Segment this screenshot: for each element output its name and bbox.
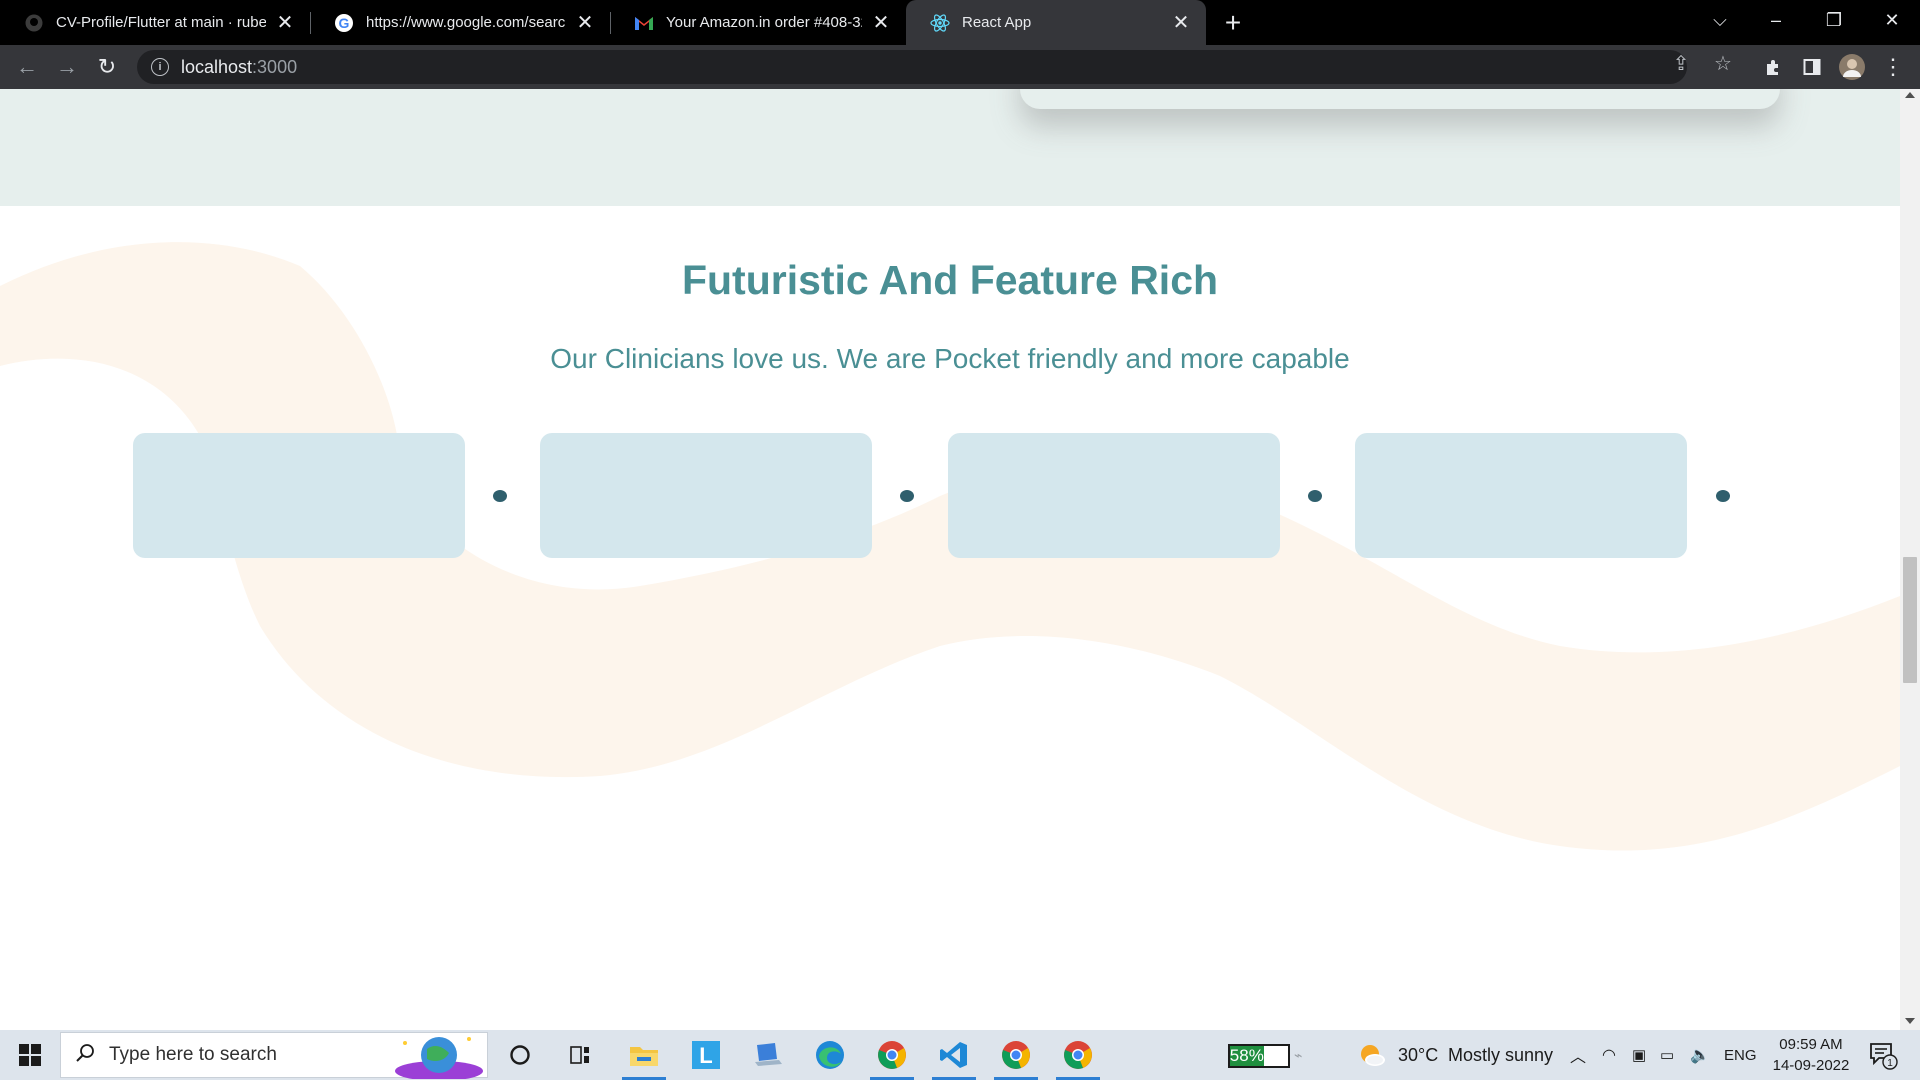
search-icon xyxy=(75,1043,95,1068)
menu-kebab-icon[interactable]: ⋮ xyxy=(1878,52,1908,82)
tab-title: CV-Profile/Flutter at main · ruben xyxy=(56,14,266,31)
tab-title: https://www.google.com/search? xyxy=(366,14,566,31)
task-view-icon[interactable] xyxy=(554,1030,606,1080)
clock-time: 09:59 AM xyxy=(1779,1036,1843,1053)
address-url: localhost:3000 xyxy=(181,56,298,77)
carousel-dot[interactable] xyxy=(900,490,914,502)
google-icon: G xyxy=(334,13,354,33)
site-info-icon[interactable]: i xyxy=(151,58,169,76)
chrome-icon[interactable] xyxy=(866,1030,918,1080)
scroll-up-arrow-icon[interactable] xyxy=(1905,92,1915,98)
section-title: Futuristic And Feature Rich xyxy=(681,257,1219,303)
bookmark-star-icon[interactable]: ☆ xyxy=(1710,50,1736,76)
edge-browser-icon[interactable] xyxy=(804,1030,856,1080)
feature-card xyxy=(540,433,872,558)
weather-text[interactable]: Mostly sunny xyxy=(1448,1030,1553,1080)
avatar[interactable] xyxy=(1837,52,1867,82)
tab-title: Your Amazon.in order #408-3210 xyxy=(666,14,862,31)
taskbar: Type here to search L 58% ⌁ 30°C Mostly … xyxy=(0,1030,1920,1080)
close-icon[interactable]: ✕ xyxy=(870,12,892,34)
chevron-up-icon[interactable]: ︿ xyxy=(1570,1030,1586,1080)
notification-center-icon[interactable]: 1 xyxy=(1868,1030,1898,1080)
carousel-dot[interactable] xyxy=(1308,490,1322,502)
tab-title: React App xyxy=(962,14,1032,31)
restore-button[interactable]: ❐ xyxy=(1806,0,1862,40)
volume-icon[interactable]: 🔈 xyxy=(1690,1030,1710,1080)
feature-card xyxy=(1355,433,1687,558)
clock-date: 14-09-2022 xyxy=(1772,1057,1850,1074)
page-scrollbar[interactable] xyxy=(1900,89,1920,1030)
close-icon[interactable]: ✕ xyxy=(274,12,296,34)
new-tab-button[interactable]: + xyxy=(1218,7,1248,38)
carousel-dot[interactable] xyxy=(493,490,507,502)
meet-now-icon[interactable]: ▣ xyxy=(1632,1030,1646,1080)
file-explorer-icon[interactable] xyxy=(618,1030,670,1080)
cortana-icon[interactable] xyxy=(494,1030,546,1080)
tab-google[interactable]: G https://www.google.com/search? ✕ xyxy=(310,0,610,45)
background-wave xyxy=(0,242,1900,851)
search-highlight-icon xyxy=(391,1033,487,1080)
vscode-icon[interactable] xyxy=(928,1030,980,1080)
scroll-down-arrow-icon[interactable] xyxy=(1905,1018,1915,1024)
language-indicator[interactable]: ENG xyxy=(1724,1030,1757,1080)
github-icon xyxy=(24,13,44,33)
close-icon[interactable]: ✕ xyxy=(574,12,596,34)
tab-react-app[interactable]: React App ✕ xyxy=(906,0,1206,45)
share-icon[interactable]: ⇪ xyxy=(1668,50,1694,76)
react-icon xyxy=(930,13,950,33)
battery-indicator[interactable]: 58% xyxy=(1228,1044,1290,1068)
chrome-icon[interactable] xyxy=(990,1030,1042,1080)
chrome-icon[interactable] xyxy=(1052,1030,1104,1080)
minimize-button[interactable]: – xyxy=(1748,0,1804,40)
carousel-dot[interactable] xyxy=(1716,490,1730,502)
tab-gmail[interactable]: Your Amazon.in order #408-3210 ✕ xyxy=(610,0,906,45)
battery-charging-icon: ⌁ xyxy=(1294,1046,1303,1063)
hero-card-shadow xyxy=(1020,89,1780,109)
feature-card xyxy=(948,433,1280,558)
address-bar[interactable]: i localhost:3000 xyxy=(137,50,1687,84)
taskbar-search-input[interactable]: Type here to search xyxy=(60,1032,488,1080)
reload-button[interactable]: ↻ xyxy=(92,52,122,82)
page-viewport: Futuristic And Feature Rich Our Clinicia… xyxy=(0,89,1900,1030)
search-placeholder: Type here to search xyxy=(109,1044,277,1065)
close-window-button[interactable]: ✕ xyxy=(1864,0,1920,40)
windows-start-icon[interactable] xyxy=(0,1030,60,1080)
back-button[interactable]: ← xyxy=(12,52,42,82)
tab-github[interactable]: CV-Profile/Flutter at main · ruben ✕ xyxy=(0,0,310,45)
battery-tray-icon[interactable]: ▭ xyxy=(1660,1030,1674,1080)
svg-text:L: L xyxy=(699,1043,712,1068)
side-panel-icon[interactable] xyxy=(1797,52,1827,82)
laptop-app-icon[interactable] xyxy=(742,1030,794,1080)
browser-toolbar: ← → ↻ i localhost:3000 ⇪ ☆ ⋮ xyxy=(0,45,1920,89)
weather-temp[interactable]: 30°C xyxy=(1398,1030,1438,1080)
battery-percent: 58% xyxy=(1229,1046,1264,1066)
scroll-thumb[interactable] xyxy=(1903,557,1917,683)
extensions-icon[interactable] xyxy=(1758,52,1788,82)
notification-count: 1 xyxy=(1887,1058,1893,1069)
clock[interactable]: 09:59 AM 14-09-2022 xyxy=(1768,1034,1854,1076)
wifi-icon[interactable]: ◠ xyxy=(1602,1030,1616,1080)
gmail-icon xyxy=(634,13,654,33)
section-subtitle: Our Clinicians love us. We are Pocket fr… xyxy=(550,343,1350,374)
forward-button[interactable]: → xyxy=(52,52,82,82)
svg-text:G: G xyxy=(339,15,350,31)
close-icon[interactable]: ✕ xyxy=(1170,12,1192,34)
tab-search-icon[interactable]: ⌵ xyxy=(1692,0,1748,40)
weather-icon[interactable] xyxy=(1358,1030,1386,1080)
feature-card xyxy=(133,433,465,558)
tab-strip: CV-Profile/Flutter at main · ruben ✕ G h… xyxy=(0,0,1920,45)
l-app-icon[interactable]: L xyxy=(680,1030,732,1080)
